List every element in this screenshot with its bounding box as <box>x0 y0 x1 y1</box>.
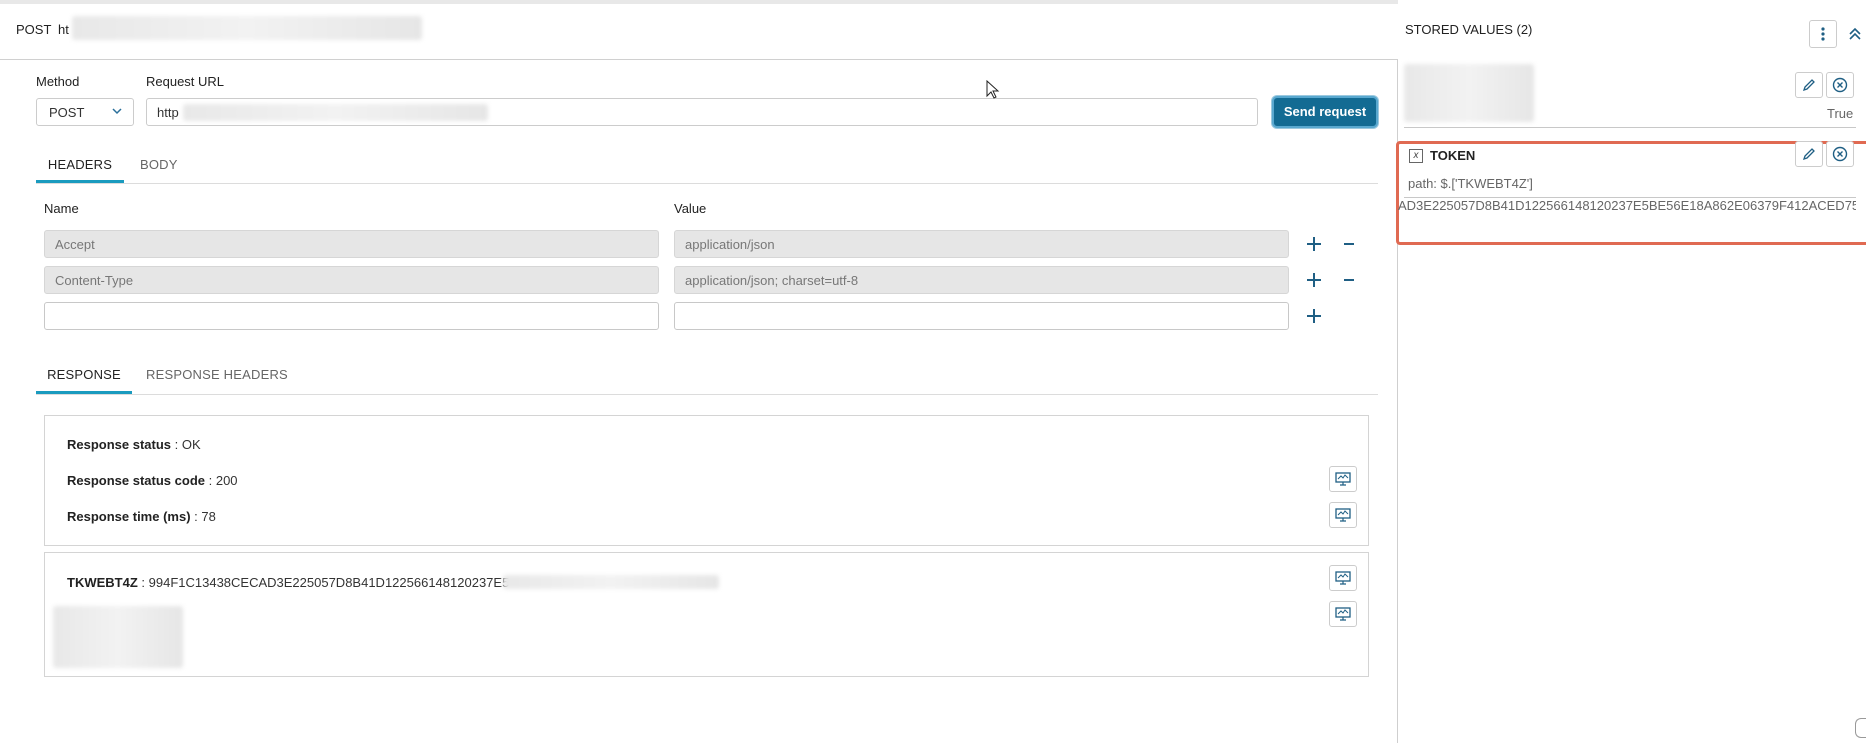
header-name-input[interactable] <box>44 302 659 330</box>
minus-icon[interactable] <box>1342 271 1356 289</box>
pencil-icon <box>1802 79 1815 92</box>
send-request-button[interactable]: Send request <box>1272 96 1378 128</box>
monitor-icon <box>1335 607 1351 621</box>
title-method: POST <box>16 22 52 37</box>
header-value-input[interactable]: application/json; charset=utf-8 <box>674 266 1289 294</box>
close-circle-icon <box>1832 77 1848 93</box>
request-url-input[interactable]: http <box>146 98 1258 126</box>
response-status-value: OK <box>181 437 201 452</box>
plus-icon[interactable] <box>1305 271 1323 289</box>
redacted-url <box>183 104 488 121</box>
redacted-stored-name <box>1404 64 1534 122</box>
stored-value-name: TOKEN <box>1430 148 1476 163</box>
response-time-label: Response time (ms) <box>67 509 191 524</box>
chevron-down-icon <box>112 108 122 115</box>
header-name-input[interactable]: Accept <box>44 230 659 258</box>
remove-stored-value-button[interactable] <box>1826 72 1854 98</box>
plus-icon[interactable] <box>1305 235 1323 253</box>
response-code-line: Response status code : 200 <box>67 473 238 488</box>
response-status-label: Response status <box>67 437 172 452</box>
method-select-value: POST <box>49 105 85 120</box>
header-value-text: application/json <box>685 237 775 252</box>
response-status-line: Response status : OK <box>67 437 201 452</box>
edit-stored-value-button[interactable] <box>1795 72 1823 98</box>
response-code-label: Response status code <box>67 473 205 488</box>
stored-divider <box>1404 127 1856 128</box>
stored-value-path: path: $.['TKWEBT4Z'] <box>1408 176 1533 191</box>
redacted-url <box>72 16 422 40</box>
method-select[interactable]: POST <box>36 98 134 126</box>
request-tabs: HEADERS BODY <box>36 143 1378 184</box>
response-tabs: RESPONSE RESPONSE HEADERS <box>36 352 1378 395</box>
tab-response[interactable]: RESPONSE <box>36 362 132 394</box>
plus-icon[interactable] <box>1305 307 1323 325</box>
redacted-token <box>503 575 719 589</box>
variable-icon: x <box>1409 149 1423 163</box>
edit-stored-value-button[interactable] <box>1795 141 1823 167</box>
stored-values-menu-button[interactable] <box>1809 20 1837 48</box>
tab-body[interactable]: BODY <box>140 157 178 172</box>
headers-name-column: Name <box>44 201 79 216</box>
header-value-input[interactable]: application/json <box>674 230 1289 258</box>
token-value: 994F1C13438CECAD3E225057D8B41D1225661481… <box>148 575 510 590</box>
request-url-value: http <box>157 105 179 120</box>
response-code-value: 200 <box>215 473 238 488</box>
redacted-content <box>53 606 183 668</box>
header-name-input[interactable]: Content-Type <box>44 266 659 294</box>
stored-values-title: STORED VALUES (2) <box>1405 22 1533 37</box>
header-value-input[interactable] <box>674 302 1289 330</box>
token-key: TKWEBT4Z <box>67 575 138 590</box>
title-url: ht <box>58 22 69 37</box>
monitor-icon <box>1335 571 1351 585</box>
monitor-button[interactable] <box>1329 502 1357 528</box>
monitor-icon <box>1335 472 1351 486</box>
stored-value-2: AD3E225057D8B41D122566148120237E5BE56E18… <box>1398 198 1856 213</box>
response-status-panel: Response status : OK Response status cod… <box>44 415 1369 546</box>
collapse-up-icon[interactable] <box>1848 26 1862 42</box>
stored-value-1: True <box>1827 106 1854 121</box>
response-time-line: Response time (ms) : 78 <box>67 509 216 524</box>
request-url-label: Request URL <box>146 74 225 89</box>
mouse-cursor-icon <box>986 80 1000 99</box>
corner-handle[interactable] <box>1855 718 1866 738</box>
pencil-icon <box>1802 148 1815 161</box>
header-name-text: Accept <box>55 237 95 252</box>
minus-icon[interactable] <box>1342 235 1356 253</box>
token-line: TKWEBT4Z : 994F1C13438CECAD3E225057D8B41… <box>67 575 510 590</box>
response-time-value: 78 <box>201 509 216 524</box>
kebab-icon <box>1821 27 1825 41</box>
header-name-text: Content-Type <box>55 273 134 288</box>
monitor-icon <box>1335 508 1351 522</box>
tab-response-headers[interactable]: RESPONSE HEADERS <box>146 367 288 382</box>
response-body-panel: TKWEBT4Z : 994F1C13438CECAD3E225057D8B41… <box>44 552 1369 677</box>
close-circle-icon <box>1832 146 1848 162</box>
method-label: Method <box>36 74 80 89</box>
header-value-text: application/json; charset=utf-8 <box>685 273 859 288</box>
monitor-button[interactable] <box>1329 565 1357 591</box>
headers-value-column: Value <box>674 201 707 216</box>
remove-stored-value-button[interactable] <box>1826 141 1854 167</box>
monitor-button[interactable] <box>1329 466 1357 492</box>
monitor-button[interactable] <box>1329 601 1357 627</box>
tab-headers[interactable]: HEADERS <box>36 153 124 183</box>
